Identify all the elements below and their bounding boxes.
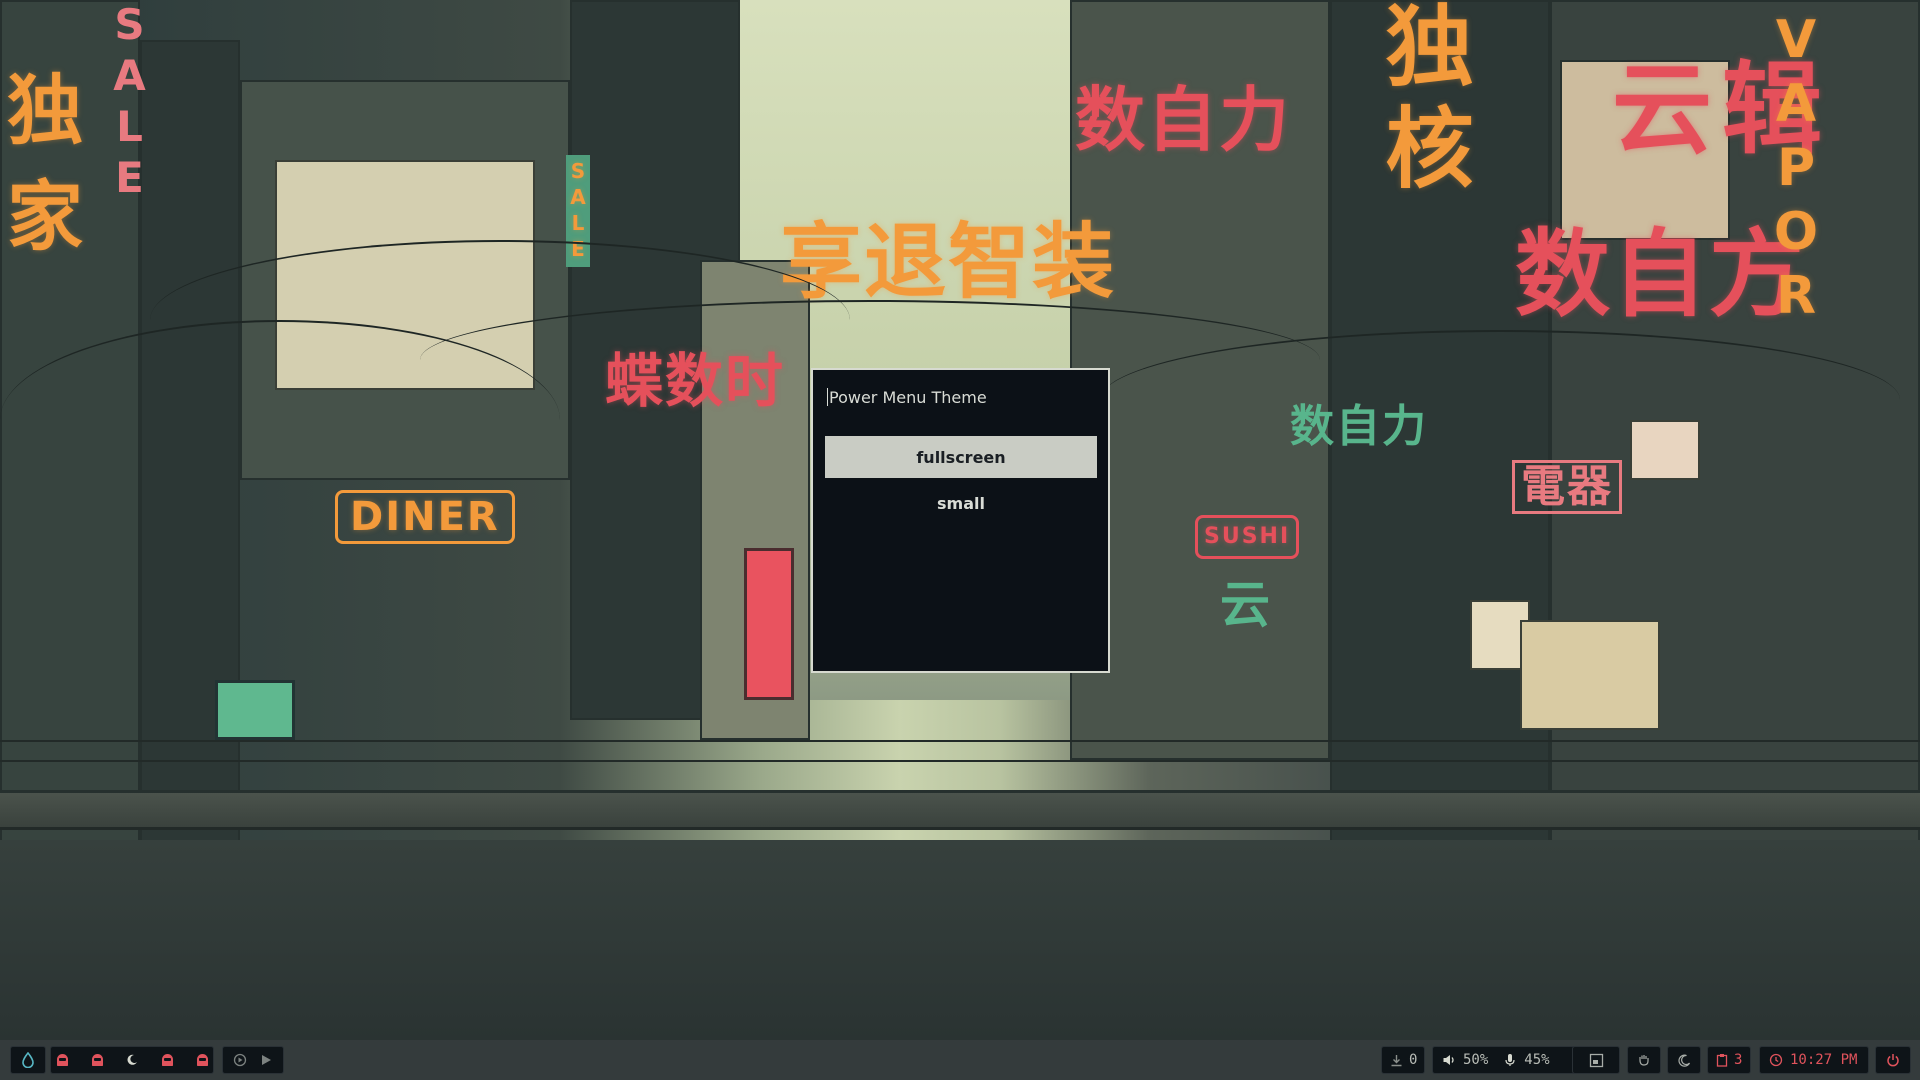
clock[interactable]: 10:27 PM — [1759, 1046, 1869, 1074]
play-circle-icon[interactable] — [232, 1052, 248, 1068]
sign-sale-left: SALE — [105, 0, 154, 204]
wallpaper-light-box — [1520, 620, 1660, 730]
wallpaper-wire — [1100, 330, 1900, 470]
power-button[interactable] — [1875, 1046, 1911, 1074]
menu-search-input[interactable]: Power Menu Theme — [827, 386, 1097, 408]
clipboard-icon — [1716, 1052, 1728, 1068]
sign-shuzili: 数自力 — [1075, 79, 1291, 161]
wallpaper-green-panel — [215, 680, 295, 740]
clipboard-count: 3 — [1734, 1052, 1743, 1068]
clipboard-indicator[interactable]: 3 — [1707, 1046, 1751, 1074]
window-layout-icon — [1588, 1052, 1604, 1068]
wallpaper-catwalk — [0, 790, 1920, 830]
workspaces — [50, 1046, 214, 1074]
menu-item-fullscreen[interactable]: fullscreen — [825, 436, 1097, 478]
workspace-5-ghost-icon[interactable] — [194, 1052, 210, 1068]
volume-value[interactable]: 50% — [1463, 1052, 1488, 1068]
sign-vapor: VAPOR — [1766, 10, 1826, 330]
clock-icon — [1768, 1052, 1784, 1068]
play-icon[interactable] — [258, 1052, 274, 1068]
taskbar: 0 50% 45% 3 10:27 PM — [0, 1040, 1920, 1080]
download-icon — [1390, 1052, 1403, 1068]
sign-right-top: 云 — [1612, 51, 1714, 168]
workspace-2-ghost-icon[interactable] — [89, 1052, 105, 1068]
workspace-1-ghost-icon[interactable] — [54, 1052, 70, 1068]
menu-search-placeholder: Power Menu Theme — [829, 387, 987, 407]
sign-right-column: 独核 — [1371, 0, 1474, 204]
window-layout-button[interactable] — [1572, 1046, 1620, 1074]
launcher-button[interactable] — [10, 1046, 46, 1074]
sign-sushi: SUSHI — [1195, 515, 1300, 559]
microphone-value[interactable]: 45% — [1524, 1052, 1549, 1068]
clock-time: 10:27 PM — [1790, 1052, 1858, 1068]
night-mode-button[interactable] — [1667, 1046, 1701, 1074]
wallpaper-rail — [0, 740, 1920, 742]
wallpaper-red-panel — [744, 548, 794, 700]
idle-inhibitor-button[interactable] — [1627, 1046, 1661, 1074]
droplet-icon — [20, 1052, 36, 1068]
sign-left-column: 独家 — [0, 70, 83, 282]
media-controls — [222, 1046, 284, 1074]
sign-center: 享退智装 — [780, 215, 1117, 310]
speaker-icon[interactable] — [1441, 1052, 1457, 1068]
sign-right-large: 数自方 — [1515, 220, 1807, 330]
text-caret — [827, 388, 828, 406]
moon-icon — [1676, 1052, 1692, 1068]
microphone-icon[interactable] — [1502, 1052, 1518, 1068]
power-menu-theme-dialog: Power Menu Theme fullscreen small — [811, 368, 1110, 673]
workspace-4-ghost-icon[interactable] — [159, 1052, 175, 1068]
hand-icon — [1636, 1052, 1652, 1068]
wallpaper-wire — [0, 320, 560, 520]
sign-green-small: 云 — [1220, 576, 1272, 634]
wallpaper-lower-level — [0, 840, 1920, 1040]
workspace-3-moon-icon[interactable] — [124, 1052, 140, 1068]
downloads-indicator[interactable]: 0 — [1381, 1046, 1425, 1074]
downloads-count: 0 — [1409, 1052, 1418, 1068]
power-icon — [1885, 1052, 1901, 1068]
audio-controls: 50% 45% — [1432, 1046, 1584, 1074]
menu-item-small[interactable]: small — [825, 482, 1097, 524]
wallpaper-rail — [0, 760, 1920, 762]
